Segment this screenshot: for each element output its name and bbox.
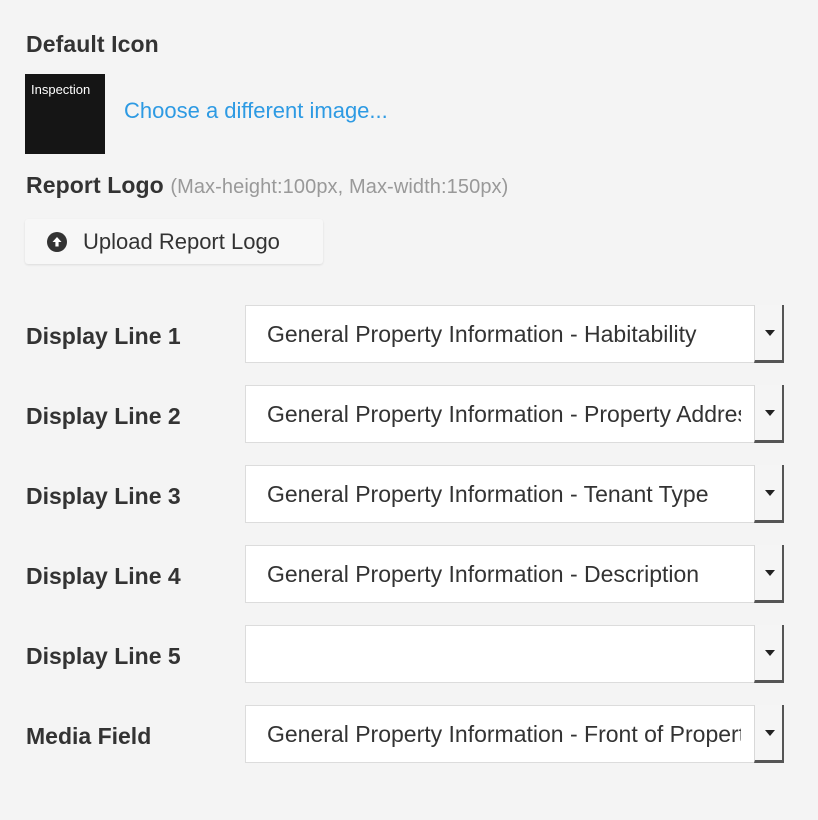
field-label: Display Line 1: [26, 323, 181, 349]
dropdown-arrow-icon[interactable]: [754, 465, 784, 523]
default-icon-title: Default Icon: [26, 31, 159, 57]
thumbnail-label: Inspection: [31, 82, 91, 97]
report-logo-title: Report Logo (Max-height:100px, Max-width…: [26, 172, 508, 199]
dropdown-arrow-icon[interactable]: [754, 385, 784, 443]
default-icon-thumbnail: Inspection: [25, 74, 105, 154]
display-line-1-select[interactable]: General Property Information - Habitabil…: [245, 305, 784, 363]
dropdown-arrow-icon[interactable]: [754, 305, 784, 363]
select-value: General Property Information - Tenant Ty…: [267, 481, 709, 507]
select-value: General Property Information - Front of …: [267, 721, 741, 747]
field-label: Display Line 5: [26, 643, 181, 669]
select-value: General Property Information - Descripti…: [267, 561, 700, 587]
display-line-4-select[interactable]: General Property Information - Descripti…: [245, 545, 784, 603]
select-value: General Property Information - Habitabil…: [267, 321, 697, 347]
media-field-select[interactable]: General Property Information - Front of …: [245, 705, 784, 763]
upload-arrow-icon: [47, 231, 67, 252]
display-line-2-select[interactable]: General Property Information - Property …: [245, 385, 784, 443]
display-line-5-row: Display Line 5: [0, 625, 818, 685]
dropdown-arrow-icon[interactable]: [754, 705, 784, 763]
display-line-1-row: Display Line 1 General Property Informat…: [0, 305, 818, 365]
display-line-3-select[interactable]: General Property Information - Tenant Ty…: [245, 465, 784, 523]
report-logo-size-hint: (Max-height:100px, Max-width:150px): [170, 176, 509, 198]
dropdown-arrow-icon[interactable]: [754, 625, 784, 683]
dropdown-arrow-icon[interactable]: [754, 545, 784, 603]
field-label: Display Line 3: [26, 483, 181, 509]
display-line-5-select[interactable]: [245, 625, 784, 683]
choose-image-link[interactable]: Choose a different image...: [124, 98, 388, 124]
display-line-3-row: Display Line 3 General Property Informat…: [0, 465, 818, 525]
select-value: General Property Information - Property …: [267, 401, 741, 427]
display-line-4-row: Display Line 4 General Property Informat…: [0, 545, 818, 605]
field-label: Display Line 2: [26, 403, 181, 429]
upload-button-label: Upload Report Logo: [83, 228, 280, 254]
report-logo-label: Report Logo: [26, 172, 164, 198]
field-label: Display Line 4: [26, 563, 181, 589]
display-line-2-row: Display Line 2 General Property Informat…: [0, 385, 818, 445]
field-label: Media Field: [26, 723, 152, 749]
media-field-row: Media Field General Property Information…: [0, 705, 818, 765]
upload-report-logo-button[interactable]: Upload Report Logo: [25, 219, 323, 264]
